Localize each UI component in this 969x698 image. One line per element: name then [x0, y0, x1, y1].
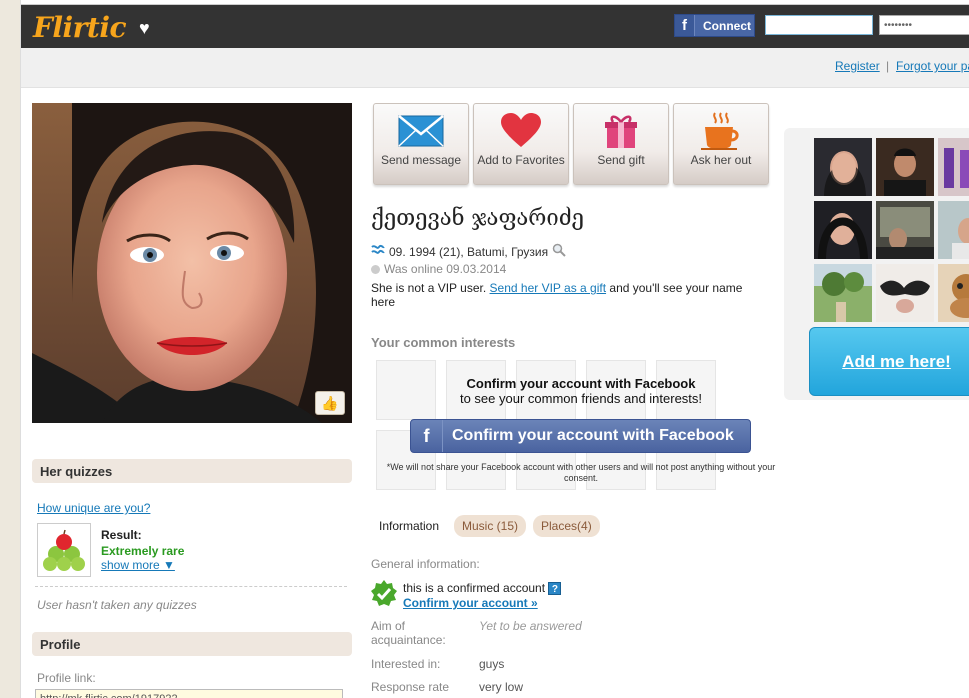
general-info-label: General information: [371, 557, 480, 571]
featured-user-thumb[interactable] [814, 264, 872, 322]
confirmed-account-text: this is a confirmed account ? [403, 581, 562, 596]
divider [35, 586, 347, 587]
quiz-thumbnail[interactable] [37, 523, 91, 577]
gift-icon [574, 110, 668, 152]
featured-user-thumb[interactable] [876, 138, 934, 196]
vip-notice: She is not a VIP user. Send her VIP as a… [371, 281, 761, 309]
facebook-connect-label: Connect [703, 18, 751, 33]
featured-user-thumb[interactable] [876, 201, 934, 259]
facebook-connect-button[interactable]: f Connect [674, 14, 755, 37]
aim-label: Aim of acquaintance: [371, 619, 446, 647]
thumbs-up-icon: 👍 [321, 394, 339, 411]
featured-user-thumb[interactable] [938, 201, 969, 259]
facebook-icon: f [675, 15, 695, 36]
show-more-link[interactable]: show more ▼ [101, 558, 175, 572]
profile-panel-title: Profile [32, 632, 352, 656]
confirmed-account-label: this is a confirmed account [403, 581, 546, 595]
search-icon[interactable] [552, 243, 566, 260]
add-me-here-button[interactable]: Add me here! [809, 327, 969, 396]
response-rate-label: Response rate [371, 680, 450, 694]
birth-text: 09. 1994 (21), Batumi, Грузия [389, 244, 549, 259]
profile-photo[interactable] [32, 103, 352, 423]
featured-user-thumb[interactable] [814, 201, 872, 259]
no-quizzes-note: User hasn't taken any quizzes [37, 598, 197, 612]
quiz-result-label: Result: [101, 528, 142, 542]
facebook-icon: f [411, 420, 443, 452]
register-link[interactable]: Register [835, 59, 880, 73]
facebook-privacy-note: *We will not share your Facebook account… [386, 462, 776, 483]
page: Flirtic ♥ f Connect Register | Forgot yo… [20, 0, 969, 698]
send-gift-button[interactable]: Send gift [573, 103, 669, 185]
link-separator: | [886, 59, 890, 73]
profile-photo-image [32, 103, 352, 423]
tab-information[interactable]: Information [371, 515, 447, 537]
zodiac-icon [371, 244, 385, 259]
offline-status-icon [371, 264, 380, 274]
help-icon[interactable]: ? [548, 582, 562, 596]
response-rate-value: very low [479, 680, 524, 694]
interested-in-value: guys [479, 657, 505, 671]
tab-places[interactable]: Places(4) [533, 515, 600, 537]
confirmed-badge-icon [371, 580, 397, 608]
featured-user-thumb[interactable] [938, 264, 969, 322]
vip-prefix: She is not a VIP user. [371, 281, 490, 295]
featured-user-thumb[interactable] [814, 138, 872, 196]
envelope-icon [374, 110, 468, 152]
send-message-label: Send message [380, 153, 462, 167]
quiz-result-value: Extremely rare [101, 544, 185, 558]
quiz-link[interactable]: How unique are you? [37, 501, 150, 515]
top-bar: Flirtic ♥ f Connect [21, 4, 969, 48]
logo-heart-icon: ♥ [139, 18, 150, 38]
featured-user-thumb[interactable] [938, 138, 969, 196]
like-photo-button[interactable]: 👍 [315, 391, 345, 415]
interested-in-label: Interested in: [371, 657, 441, 671]
birth-info: 09. 1994 (21), Batumi, Грузия [371, 243, 566, 260]
apples-icon [43, 529, 85, 571]
add-to-favorites-button[interactable]: Add to Favorites [473, 103, 569, 185]
logo[interactable]: Flirtic [33, 11, 127, 44]
password-field[interactable] [879, 15, 969, 35]
confirm-facebook-label: Confirm your account with Facebook [452, 427, 734, 444]
aim-value: Yet to be answered [479, 619, 582, 633]
last-online: Was online 09.03.2014 [371, 262, 506, 276]
email-field[interactable] [765, 15, 873, 35]
confirm-account-link[interactable]: Confirm your account » [403, 596, 538, 610]
ask-her-out-label: Ask her out [690, 153, 752, 167]
profile-link-label: Profile link: [37, 671, 96, 685]
heart-icon [474, 110, 568, 152]
ask-her-out-button[interactable]: Ask her out [673, 103, 769, 185]
facebook-overlay-subtitle: to see your common friends and interests… [459, 391, 703, 406]
left-background-strip [0, 0, 20, 698]
confirm-facebook-button[interactable]: f Confirm your account with Facebook [410, 419, 751, 453]
common-interests-title: Your common interests [371, 335, 516, 350]
last-online-text: Was online 09.03.2014 [384, 262, 507, 276]
send-message-button[interactable]: Send message [373, 103, 469, 185]
send-vip-gift-link[interactable]: Send her VIP as a gift [490, 281, 607, 295]
send-gift-label: Send gift [597, 153, 645, 167]
forgot-password-link[interactable]: Forgot your pa [896, 59, 969, 73]
sub-bar: Register | Forgot your pa [21, 48, 969, 88]
featured-user-thumb[interactable] [876, 264, 934, 322]
profile-name: ქეთევან ჯაფარიძე [371, 206, 584, 231]
facebook-overlay-title: Confirm your account with Facebook [466, 376, 696, 391]
profile-link-field[interactable] [35, 689, 343, 698]
tab-music[interactable]: Music (15) [454, 515, 527, 537]
quizzes-panel-title: Her quizzes [32, 459, 352, 483]
coffee-cup-icon [674, 110, 768, 152]
add-to-favorites-label: Add to Favorites [477, 153, 565, 167]
